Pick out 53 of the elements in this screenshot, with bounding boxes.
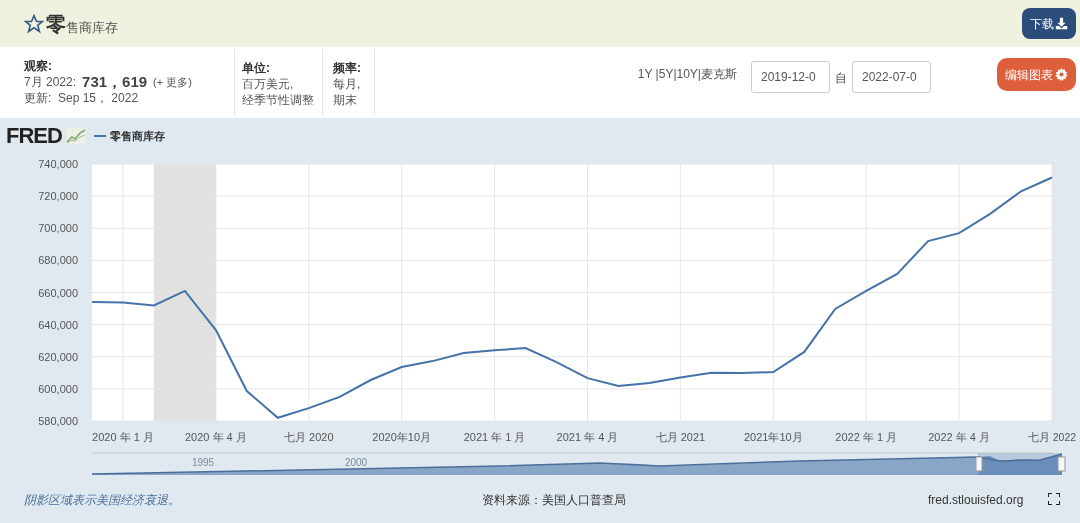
navigator-handle[interactable] [1057, 456, 1066, 472]
download-icon [1055, 17, 1068, 30]
frequency-value: 每月, [333, 76, 362, 92]
y-tick-label: 680,000 [38, 254, 78, 267]
units-value: 经季节性调整 [242, 92, 315, 108]
units-value: 百万美元, [242, 76, 295, 92]
navigator-year-label: 1995 [191, 457, 215, 468]
observation-value: 731，619 [82, 74, 148, 90]
chart-logo-icon [65, 128, 86, 144]
y-tick-label: 740,000 [38, 158, 78, 170]
frequency-label: 频率: [333, 60, 362, 76]
x-tick-label: 七月 2021 [655, 431, 706, 443]
star-icon[interactable] [24, 13, 44, 34]
fred-logo: FRED [6, 125, 62, 147]
legend-label: 零售商库存 [109, 128, 165, 144]
y-tick-label: 620,000 [38, 350, 78, 363]
x-tick-label: 2020 年 4 月 [185, 431, 247, 443]
units-label: 单位: [242, 60, 271, 76]
x-tick-label: 2020 年 1 月 [92, 431, 154, 443]
x-tick-label: 2021 年 1 月 [463, 431, 526, 443]
y-tick-label: 720,000 [38, 190, 78, 203]
source-text: 资料来源：美国人口普查局 [482, 492, 626, 509]
more-link[interactable]: (+ 更多) [153, 74, 192, 90]
page-title: 零售商库存 [46, 13, 118, 34]
y-tick-label: 580,000 [38, 415, 78, 427]
range-links[interactable]: 1Y |5Y|10Y|麦克斯 [637, 65, 737, 83]
y-tick-label: 640,000 [38, 318, 78, 331]
x-tick-label: 2022 年 1 月 [835, 431, 898, 443]
x-tick-label: 七月 2020 [284, 431, 334, 443]
recession-note: 阴影区域表示美国经济衰退。 [24, 492, 180, 509]
gear-icon [1055, 68, 1068, 81]
fullscreen-icon[interactable] [1048, 493, 1060, 505]
frequency-value: 期末 [333, 92, 358, 108]
observation-label: 观察: [24, 58, 53, 74]
observation-date: 7月 2022: [24, 74, 77, 90]
start-date-field[interactable]: 2019-12-0 [751, 61, 830, 93]
y-tick-label: 660,000 [38, 286, 78, 299]
edit-graph-button[interactable]: 编辑图表 [997, 58, 1076, 91]
navigator-handle[interactable] [975, 456, 983, 472]
x-tick-label: 2021 年 4 月 [556, 431, 619, 443]
y-tick-label: 700,000 [38, 222, 78, 235]
y-tick-label: 600,000 [38, 382, 78, 395]
download-button[interactable]: 下载 [1022, 8, 1076, 39]
x-tick-label: 2022 年 4 月 [928, 431, 990, 443]
date-separator: 自 [835, 70, 847, 87]
end-date-field[interactable]: 2022-07-0 [852, 61, 931, 93]
navigator-year-label: 2000 [344, 457, 368, 468]
x-tick-label: 2021年10月 [743, 431, 803, 443]
x-tick-label: 2020年10月 [372, 431, 432, 443]
legend-line-icon [93, 135, 106, 137]
updated-date: 更新: Sep 15， 2022 [24, 90, 140, 106]
x-tick-label: 七月 2022 [1027, 431, 1077, 443]
site-url: fred.stlouisfed.org [928, 492, 1024, 509]
